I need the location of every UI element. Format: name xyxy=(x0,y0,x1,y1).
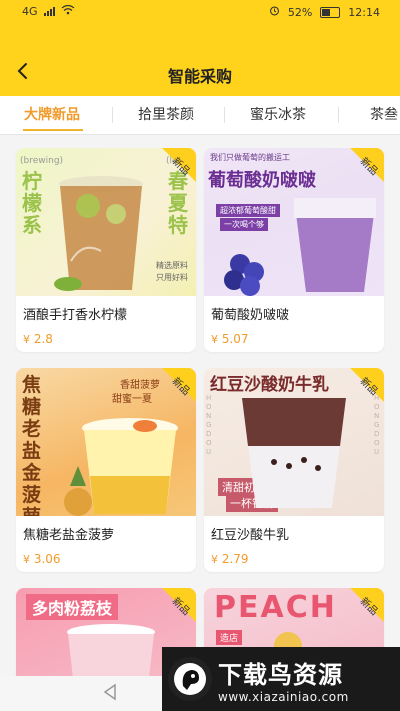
triangle-back-icon xyxy=(103,683,116,701)
new-badge: 新品 xyxy=(148,148,196,196)
product-card[interactable]: 红豆沙酸奶牛乳 HONGDOU HONGDOU 清甜初开 一杯钟情 新品 红豆沙… xyxy=(204,368,384,572)
tab-chasan[interactable]: 茶叁 xyxy=(370,96,398,134)
image-heading: 葡萄酸奶啵啵 xyxy=(208,170,316,191)
tab-divider xyxy=(112,107,113,123)
signal-indicator: 4G xyxy=(22,5,38,18)
image-caption: 我们只做葡萄的搬运工 xyxy=(210,153,290,162)
image-caption: 造店 xyxy=(216,630,243,645)
active-tab-underline xyxy=(23,129,83,131)
new-badge: 新品 xyxy=(336,368,384,416)
watermark-logo xyxy=(168,657,212,701)
image-caption: 精选原料 xyxy=(156,261,188,270)
product-price: ¥ 2.8 xyxy=(23,332,53,346)
product-name: 红豆沙酸牛乳 xyxy=(211,528,290,543)
new-badge: 新品 xyxy=(148,368,196,416)
image-heading: PEACH xyxy=(214,590,337,625)
image-caption: 只用好料 xyxy=(156,273,188,282)
clock-time: 12:14 xyxy=(348,5,380,19)
category-tabs: 大牌新品 拾里茶颜 蜜乐冰茶 茶叁 xyxy=(0,96,400,135)
product-name: 焦糖老盐金菠萝 xyxy=(23,528,115,543)
header-bar: 4G 52% 12:14 智能采购 xyxy=(0,0,400,96)
product-price: ¥ 5.07 xyxy=(211,332,249,346)
tab-mile-bingcha[interactable]: 蜜乐冰茶 xyxy=(250,96,306,134)
wifi-icon xyxy=(61,4,75,18)
lemon-tea-cup-illustration xyxy=(54,176,143,291)
product-grid: (brewing) (le 柠檬系 春夏特 精选原料 只用好料 新品 酒酿手打香… xyxy=(0,136,400,676)
bird-logo-icon xyxy=(174,663,206,695)
new-badge: 新品 xyxy=(336,148,384,196)
tab-shili-chayan[interactable]: 拾里茶颜 xyxy=(138,96,194,134)
battery-icon xyxy=(320,6,341,18)
status-bar: 4G 52% 12:14 xyxy=(0,0,400,24)
product-price: ¥ 3.06 xyxy=(23,552,61,566)
nav-back-button[interactable] xyxy=(102,683,120,701)
watermark-banner: 下载鸟资源 www.xiazainiao.com xyxy=(162,647,400,711)
tab-divider xyxy=(224,107,225,123)
alarm-icon xyxy=(269,5,280,19)
new-badge: 新品 xyxy=(148,588,196,636)
image-caption: HONGDOU xyxy=(206,394,212,456)
image-heading: 柠檬系 xyxy=(22,169,42,237)
product-card[interactable]: 我们只做葡萄的搬运工 葡萄酸奶啵啵 超浓郁葡萄酸甜 一次喝个够 新品 葡萄酸奶啵… xyxy=(204,148,384,352)
battery-text: 52% xyxy=(287,5,313,19)
page-title: 智能采购 xyxy=(167,67,232,86)
product-card[interactable]: 焦糖老盐金菠萝 香甜菠萝 甜蜜一夏 新品 焦糖老盐金菠萝 ¥ 3.06 xyxy=(16,368,196,572)
image-caption: (brewing) xyxy=(20,156,64,166)
tab-divider xyxy=(338,107,339,123)
image-heading: 多肉粉荔枝 xyxy=(26,594,119,620)
image-heading: 焦糖老盐金菠萝 xyxy=(22,374,42,516)
product-card[interactable]: (brewing) (le 柠檬系 春夏特 精选原料 只用好料 新品 酒酿手打香… xyxy=(16,148,196,352)
watermark-title: 下载鸟资源 xyxy=(218,660,343,689)
signal-bars-icon xyxy=(43,7,55,16)
product-price: ¥ 2.79 xyxy=(211,552,249,566)
product-name: 酒酿手打香水柠檬 xyxy=(23,308,128,323)
watermark-url: www.xiazainiao.com xyxy=(218,689,349,704)
new-badge: 新品 xyxy=(336,588,384,636)
grape-yogurt-cup-illustration xyxy=(224,198,376,296)
product-name: 葡萄酸奶啵啵 xyxy=(211,308,290,323)
